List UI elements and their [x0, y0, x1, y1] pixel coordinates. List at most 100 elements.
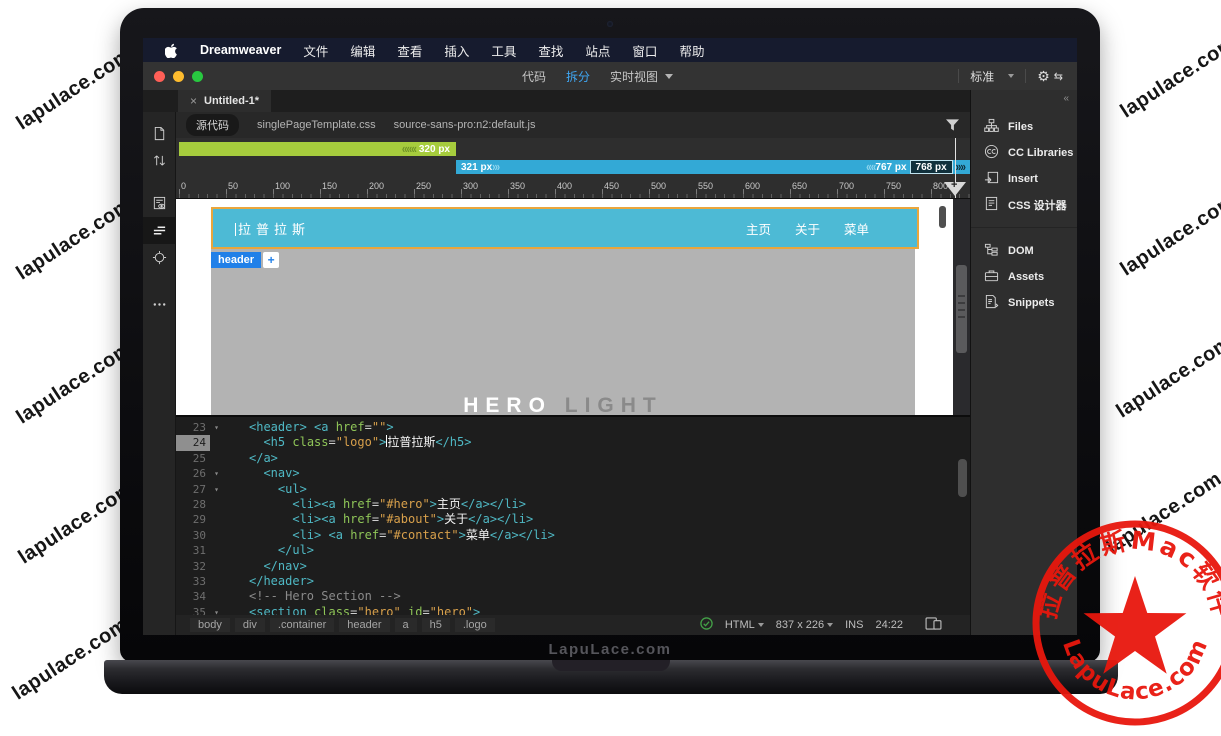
- fold-gutter: [210, 497, 223, 512]
- media-query-321-767[interactable]: 321 px ››› ‹‹‹‹ 767 px 768 px ››››: [456, 160, 970, 174]
- line-number[interactable]: 33: [176, 574, 210, 589]
- element-badge-label[interactable]: header: [211, 252, 261, 268]
- panel-tab-dom[interactable]: DOM: [971, 238, 1077, 264]
- menu-item-8[interactable]: 帮助: [679, 41, 704, 60]
- nav-link-1[interactable]: 关于: [795, 219, 820, 238]
- document-tab[interactable]: × Untitled-1*: [178, 90, 271, 112]
- fold-arrow-icon[interactable]: [210, 466, 223, 481]
- live-code-icon[interactable]: [143, 190, 175, 217]
- doc-type-dropdown[interactable]: HTML: [725, 619, 764, 631]
- close-tab-icon[interactable]: ×: [190, 94, 197, 108]
- line-number[interactable]: 32: [176, 559, 210, 574]
- tag-selector-container[interactable]: .container: [270, 618, 334, 632]
- live-view-scrollbar[interactable]: [939, 206, 946, 228]
- tag-selector-h5[interactable]: h5: [422, 618, 450, 632]
- sync-arrows-icon[interactable]: ⇆: [1054, 70, 1063, 83]
- menu-item-4[interactable]: 工具: [491, 41, 516, 60]
- line-number[interactable]: 24: [176, 435, 210, 450]
- line-number[interactable]: 31: [176, 543, 210, 558]
- selected-header-element[interactable]: 拉普拉斯 主页 关于 菜单: [211, 207, 919, 249]
- panel-tab-css-designer[interactable]: CSS 设计器: [971, 192, 1077, 218]
- tag-selector-body[interactable]: body: [190, 618, 230, 632]
- nav-link-2[interactable]: 菜单: [844, 219, 869, 238]
- device-preview-icon[interactable]: [925, 617, 942, 633]
- fold-arrow-icon[interactable]: [210, 420, 223, 435]
- related-file-1[interactable]: singlePageTemplate.css: [257, 119, 376, 131]
- site-logo-text[interactable]: 拉普拉斯: [235, 219, 310, 238]
- code-line-23[interactable]: 23<header> <a href="">: [176, 420, 970, 435]
- fold-arrow-icon[interactable]: [210, 482, 223, 497]
- line-number[interactable]: 28: [176, 497, 210, 512]
- code-line-28[interactable]: 28 <li><a href="#hero">主页</a></li>: [176, 497, 970, 512]
- element-badge[interactable]: header +: [211, 252, 279, 268]
- line-number[interactable]: 26: [176, 466, 210, 481]
- code-line-26[interactable]: 26 <nav>: [176, 466, 970, 481]
- nav-link-0[interactable]: 主页: [746, 219, 771, 238]
- code-line-27[interactable]: 27 <ul>: [176, 482, 970, 497]
- panel-tab-snippets[interactable]: Snippets: [971, 290, 1077, 316]
- menu-item-7[interactable]: 窗口: [632, 41, 657, 60]
- line-number[interactable]: 34: [176, 589, 210, 604]
- menu-item-3[interactable]: 插入: [444, 41, 469, 60]
- line-number[interactable]: 35: [176, 605, 210, 615]
- panel-tab-cc-libraries[interactable]: CC Libraries: [971, 140, 1077, 166]
- minimize-window-button[interactable]: [173, 71, 184, 82]
- line-number[interactable]: 23: [176, 420, 210, 435]
- tag-selector-a[interactable]: a: [395, 618, 417, 632]
- line-number[interactable]: 27: [176, 482, 210, 497]
- code-line-35[interactable]: 35 <section class="hero" id="hero">: [176, 605, 970, 615]
- panel-tab-assets[interactable]: Assets: [971, 264, 1077, 290]
- sync-arrows-icon[interactable]: [143, 147, 175, 174]
- line-number[interactable]: 29: [176, 512, 210, 527]
- code-line-31[interactable]: 31 </ul>: [176, 543, 970, 558]
- code-scrollbar[interactable]: [958, 459, 967, 497]
- fold-gutter: [210, 559, 223, 574]
- related-file-2[interactable]: source-sans-pro:n2:default.js: [394, 119, 536, 131]
- hero-section[interactable]: HERO LIGHT: [211, 249, 915, 415]
- panel-tab-insert[interactable]: Insert: [971, 166, 1077, 192]
- app-name[interactable]: Dreamweaver: [200, 43, 281, 57]
- menu-item-0[interactable]: 文件: [303, 41, 328, 60]
- source-code-button[interactable]: 源代码: [186, 114, 239, 136]
- fold-arrow-icon[interactable]: [210, 605, 223, 615]
- more-icon[interactable]: [143, 291, 175, 318]
- code-line-30[interactable]: 30 <li> <a href="#contact">菜单</a></li>: [176, 528, 970, 543]
- view-mode-0[interactable]: 代码: [522, 68, 546, 85]
- view-mode-1[interactable]: 拆分: [566, 68, 590, 85]
- line-number[interactable]: 30: [176, 528, 210, 543]
- workspace-selector[interactable]: 标准: [970, 68, 994, 85]
- code-line-33[interactable]: 33</header>: [176, 574, 970, 589]
- tag-selector-div[interactable]: div: [235, 618, 265, 632]
- format-source-icon[interactable]: [143, 217, 175, 244]
- code-line-24[interactable]: 24 <h5 class="logo">拉普拉斯</h5>: [176, 435, 970, 450]
- file-icon[interactable]: [143, 120, 175, 147]
- window-size-dropdown[interactable]: 837 x 226: [776, 619, 833, 631]
- code-line-34[interactable]: 34<!-- Hero Section -->: [176, 589, 970, 604]
- line-number[interactable]: 25: [176, 451, 210, 466]
- view-mode-2[interactable]: 实时视图: [610, 68, 658, 85]
- media-query-768-marker[interactable]: 768 px: [910, 160, 953, 174]
- inspect-icon[interactable]: [143, 244, 175, 271]
- code-view[interactable]: 23<header> <a href="">24 <h5 class="logo…: [176, 417, 970, 615]
- close-window-button[interactable]: [154, 71, 165, 82]
- code-line-29[interactable]: 29 <li><a href="#about">关于</a></li>: [176, 512, 970, 527]
- panel-tab-files[interactable]: Files: [971, 114, 1077, 140]
- zoom-window-button[interactable]: [192, 71, 203, 82]
- tag-selector-logo[interactable]: .logo: [455, 618, 495, 632]
- code-line-25[interactable]: 25</a>: [176, 451, 970, 466]
- menu-item-6[interactable]: 站点: [585, 41, 610, 60]
- gear-icon[interactable]: ⚙: [1037, 68, 1050, 85]
- menu-item-5[interactable]: 查找: [538, 41, 563, 60]
- tag-selector-header[interactable]: header: [339, 618, 389, 632]
- menu-item-1[interactable]: 编辑: [350, 41, 375, 60]
- media-query-320[interactable]: ‹‹‹‹‹‹ 320 px: [179, 142, 456, 156]
- viewport-scrubber-handle[interactable]: +: [944, 182, 966, 197]
- viewport-resize-handle[interactable]: [956, 265, 967, 353]
- add-element-button[interactable]: +: [263, 252, 279, 268]
- apple-icon[interactable]: [165, 43, 178, 58]
- code-text: <section class="hero" id="hero">: [223, 605, 480, 615]
- menu-item-2[interactable]: 查看: [397, 41, 422, 60]
- filter-icon[interactable]: [946, 119, 959, 134]
- code-line-32[interactable]: 32 </nav>: [176, 559, 970, 574]
- collapse-panels-icon[interactable]: «: [1063, 90, 1077, 104]
